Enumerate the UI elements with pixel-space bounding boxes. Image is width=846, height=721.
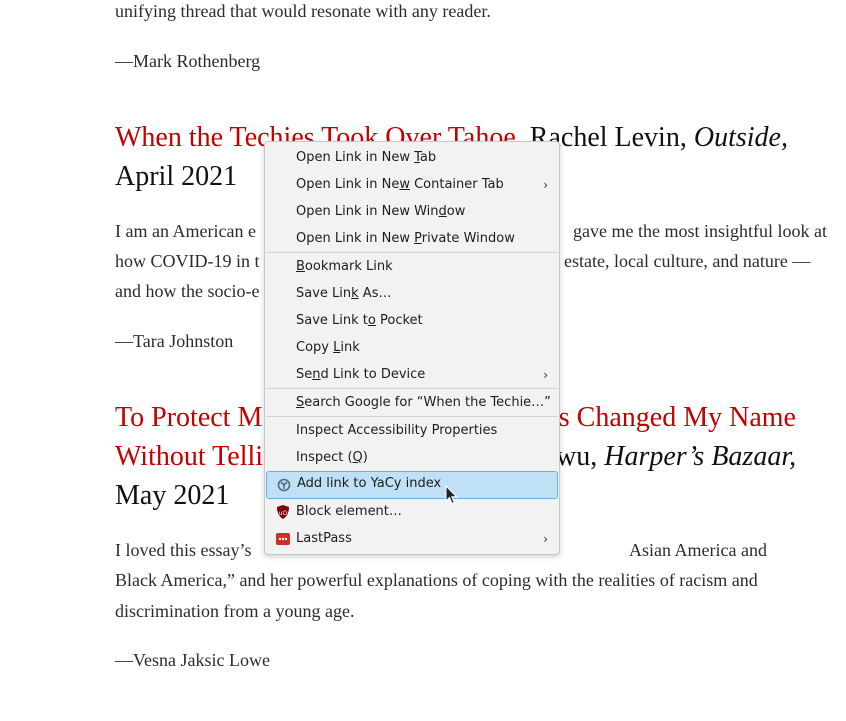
paragraph-text: how COVID-19 in t	[115, 251, 260, 271]
menu-item-add-to-yacy[interactable]: Add link to YaCy index	[266, 471, 558, 499]
entry-date: May 2021	[115, 480, 230, 511]
publication-name: Outside,	[693, 122, 788, 153]
menu-separator	[266, 388, 558, 389]
yacy-icon	[277, 478, 291, 492]
menu-item-inspect-accessibility[interactable]: Inspect Accessibility Properties	[266, 418, 558, 444]
mouse-cursor-icon	[445, 485, 458, 505]
menu-item-bookmark-link[interactable]: Bookmark Link	[266, 254, 558, 280]
menu-separator	[266, 252, 558, 253]
menu-item-open-new-window[interactable]: Open Link in New Window	[266, 199, 558, 225]
chevron-right-icon: ›	[543, 532, 548, 546]
menu-item-copy-link[interactable]: Copy Link	[266, 335, 558, 361]
menu-item-save-to-pocket[interactable]: Save Link to Pocket	[266, 308, 558, 334]
attribution: —Vesna Jaksic Lowe	[115, 650, 270, 670]
author-publication: wu, Harper’s Bazaar,	[556, 441, 796, 473]
menu-item-send-link-to-device[interactable]: Send Link to Device ›	[266, 362, 558, 388]
menu-item-open-private-window[interactable]: Open Link in New Private Window	[266, 226, 558, 252]
attribution: —Tara Johnston	[115, 331, 234, 351]
menu-item-block-element[interactable]: uO Block element…	[266, 499, 558, 525]
paragraph-text: discrimination from a young age.	[115, 601, 355, 621]
paragraph-text: estate, local culture, and nature —	[564, 251, 811, 271]
chevron-right-icon: ›	[543, 178, 548, 192]
lastpass-icon	[276, 533, 290, 545]
menu-item-open-container-tab[interactable]: Open Link in New Container Tab ›	[266, 172, 558, 198]
paragraph-text: unifying thread that would resonate with…	[115, 1, 491, 21]
paragraph-text: Asian America and	[629, 540, 767, 560]
entry-date: April 2021	[115, 161, 238, 192]
paragraph-text: I am an American e	[115, 221, 256, 241]
menu-separator	[266, 416, 558, 417]
svg-text:uO: uO	[279, 510, 288, 517]
article-link[interactable]: Without Telli	[115, 441, 263, 473]
menu-item-open-new-tab[interactable]: Open Link in New Tab	[266, 145, 558, 171]
author-text: wu,	[556, 441, 605, 472]
chevron-right-icon: ›	[543, 368, 548, 382]
context-menu: Open Link in New Tab Open Link in New Co…	[264, 141, 560, 555]
entry-heading: To Protect M	[115, 402, 262, 434]
paragraph-text: I loved this essay’s	[115, 540, 252, 560]
paragraph-text: Black America,” and her powerful explana…	[115, 570, 758, 590]
menu-item-inspect[interactable]: Inspect (Q)	[266, 445, 558, 471]
ublock-origin-icon: uO	[277, 505, 289, 519]
menu-item-save-link-as[interactable]: Save Link As…	[266, 281, 558, 307]
menu-item-search-google[interactable]: Search Google for “When the Techie…”	[266, 390, 558, 416]
article-link[interactable]: nts Changed My Name	[537, 402, 796, 434]
attribution: —Mark Rothenberg	[115, 51, 261, 71]
paragraph-text: gave me the most insightful look at	[573, 221, 827, 241]
publication-name: Harper’s Bazaar,	[604, 441, 797, 472]
article-link[interactable]: To Protect M	[115, 402, 262, 433]
menu-item-lastpass[interactable]: LastPass ›	[266, 526, 558, 552]
paragraph-text: and how the socio-e	[115, 281, 260, 301]
